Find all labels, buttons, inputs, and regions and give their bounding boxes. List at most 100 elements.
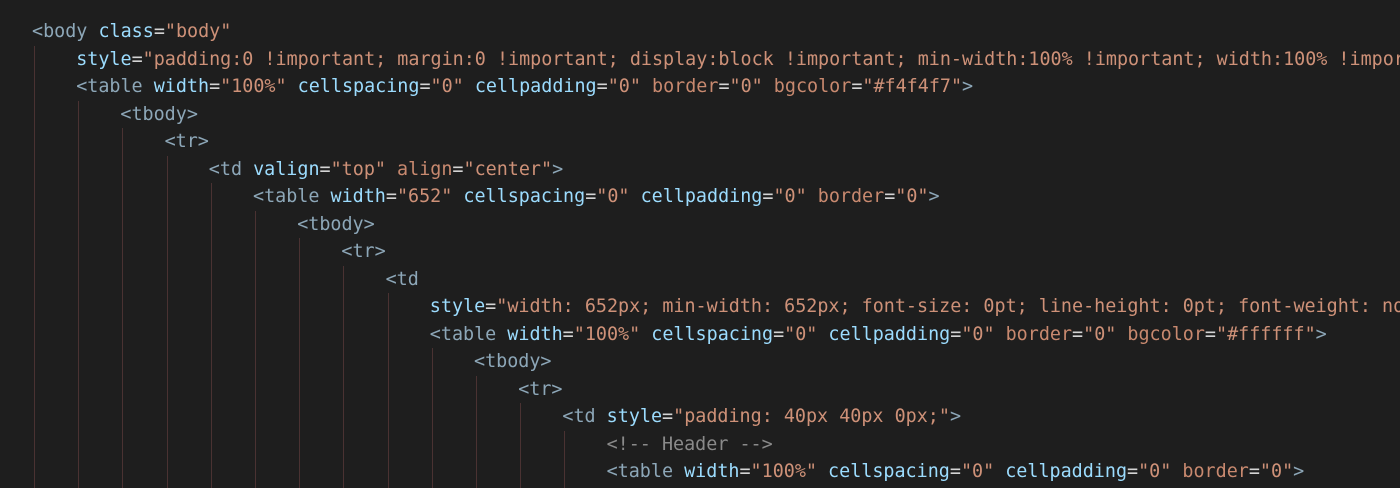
code-token: "padding:0 !important; margin:0 !importa…	[142, 48, 1400, 70]
code-token: "0"	[961, 323, 995, 345]
code-token: "0"	[1259, 461, 1294, 482]
code-token: "padding: 40px 40px 0px;"	[673, 406, 950, 427]
code-token: "width: 652px; min-width: 652px; font-si…	[496, 296, 1400, 317]
indent-guide	[299, 238, 301, 488]
indent-guide	[166, 155, 168, 488]
code-token: bgcolor	[762, 76, 852, 97]
code-token: align	[385, 158, 453, 180]
code-token: "0"	[1083, 323, 1117, 345]
code-token: "652"	[396, 186, 453, 207]
code-token: "0"	[784, 323, 818, 345]
code-token: =	[485, 296, 497, 317]
code-token: "100%"	[750, 461, 817, 482]
code-token: =	[739, 461, 751, 482]
code-token: >	[1293, 461, 1305, 482]
code-token: "0"	[729, 76, 763, 97]
code-token: =	[949, 461, 961, 482]
code-token: border	[994, 323, 1073, 345]
code-token: "#f4f4f7"	[862, 76, 963, 97]
code-line[interactable]: <tbody>	[297, 211, 375, 239]
code-token: =	[1127, 461, 1139, 482]
code-token: <tbody>	[297, 213, 375, 235]
code-line[interactable]: <tr>	[341, 238, 385, 266]
indent-guide	[34, 45, 35, 488]
code-token: cellpadding	[463, 76, 597, 97]
code-token: >	[949, 406, 962, 427]
code-token: =	[718, 76, 730, 97]
code-token: <tr>	[164, 131, 209, 152]
code-token: <table	[606, 461, 674, 482]
code-line[interactable]: <td style="padding: 40px 40px 0px;">	[562, 403, 961, 431]
code-token: valign	[242, 158, 320, 180]
code-token: <!-- Header -->	[606, 433, 773, 455]
code-token: style	[76, 48, 132, 70]
code-line[interactable]: style="padding:0 !important; margin:0 !i…	[76, 46, 1400, 74]
indent-guide	[210, 183, 212, 488]
indent-guide	[564, 430, 566, 488]
code-token: "100%"	[573, 323, 641, 345]
code-line[interactable]: <table width="100%" cellspacing="0" cell…	[430, 321, 1327, 349]
code-line[interactable]: <tbody>	[120, 101, 198, 129]
code-line[interactable]: <tr>	[165, 128, 209, 156]
code-token: "top"	[330, 158, 386, 180]
code-token: "100%"	[220, 76, 287, 97]
code-line[interactable]: <tr>	[518, 376, 562, 404]
code-token: =	[562, 323, 574, 345]
indent-guide	[476, 375, 477, 488]
code-line[interactable]: <table width="652" cellspacing="0" cellp…	[253, 183, 940, 211]
indent-guide	[78, 100, 80, 488]
code-token: "0"	[895, 186, 929, 207]
code-token: "0"	[596, 186, 630, 207]
code-token: =	[209, 76, 221, 97]
code-token: <tr>	[518, 378, 563, 400]
code-token: <tbody>	[120, 103, 198, 125]
code-token: "#ffffff"	[1216, 323, 1316, 345]
code-token: cellspacing	[816, 461, 950, 482]
code-token: =	[385, 186, 397, 207]
code-line[interactable]: <td	[386, 266, 419, 294]
code-token: =	[153, 21, 165, 42]
code-line[interactable]: <body class="body"	[32, 18, 231, 46]
code-token: =	[1248, 461, 1260, 482]
code-token: cellspacing	[640, 323, 774, 345]
code-token: "0"	[960, 461, 995, 482]
code-token: =	[950, 323, 962, 345]
code-token: =	[851, 76, 863, 97]
code-line[interactable]: <tbody>	[474, 348, 552, 376]
code-line[interactable]: style="width: 652px; min-width: 652px; f…	[430, 293, 1400, 321]
code-token: =	[1072, 323, 1084, 345]
code-token: <table	[76, 76, 143, 97]
code-token: =	[452, 158, 464, 180]
code-token: =	[596, 76, 608, 97]
code-token: width	[319, 186, 386, 207]
code-token: width	[142, 76, 210, 97]
code-line[interactable]: <table width="100%" cellspacing="0" cell…	[607, 458, 1305, 486]
code-token: bgcolor	[1116, 323, 1205, 345]
code-token: <td	[208, 158, 243, 180]
code-token: "0"	[1138, 461, 1172, 482]
code-token: border	[1171, 461, 1249, 482]
code-token: <td	[385, 268, 419, 290]
code-token: <tr>	[341, 241, 386, 262]
code-token: "0"	[430, 76, 464, 97]
code-token: =	[662, 406, 674, 427]
code-token: class	[87, 21, 154, 42]
code-token: cellspacing	[286, 76, 420, 97]
code-token: style	[595, 406, 663, 427]
code-token: =	[585, 186, 597, 207]
code-token: =	[1204, 323, 1216, 345]
code-line[interactable]: <table width="100%" cellspacing="0" cell…	[76, 73, 973, 101]
code-token: "0"	[607, 76, 641, 97]
indent-guide	[255, 210, 256, 488]
code-token: >	[928, 186, 940, 207]
code-line[interactable]: <!-- Header -->	[607, 431, 773, 459]
code-token: "body"	[164, 21, 232, 42]
code-editor[interactable]: <body class="body" style="padding:0 !impo…	[0, 0, 1400, 488]
code-token: "0"	[773, 186, 807, 207]
indent-guide	[387, 293, 389, 488]
code-token: style	[429, 296, 486, 317]
code-line[interactable]: <td valign="top" align="center">	[209, 156, 563, 184]
code-token: cellpadding	[994, 461, 1128, 482]
indent-guide	[431, 348, 433, 488]
indent-guide	[343, 265, 345, 488]
